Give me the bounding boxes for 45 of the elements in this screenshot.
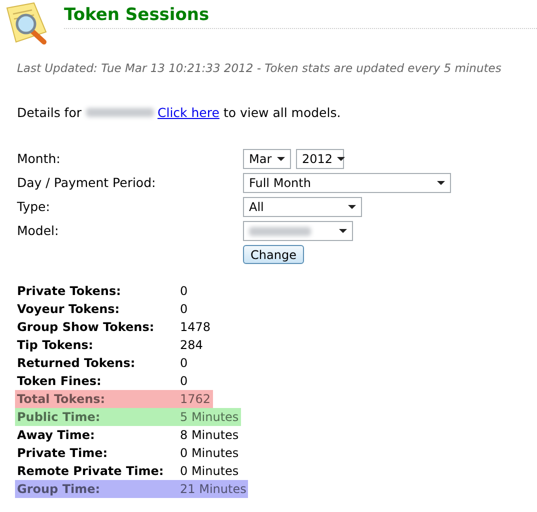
stat-label: Group Time: <box>17 481 102 498</box>
dropdown[interactable]: All <box>243 197 362 217</box>
last-updated-text: Last Updated: Tue Mar 13 10:21:33 2012 - Token stats are updated every 5 minutes <box>17 61 502 75</box>
stat-label: Tip Tokens: <box>17 337 94 354</box>
stat-label: Voyeur Tokens: <box>17 301 121 318</box>
stat-label: Away Time: <box>17 427 96 444</box>
details-text: to view all models. <box>223 105 341 120</box>
stat-label: Token Fines: <box>17 373 102 390</box>
stat-value: 0 Minutes <box>180 445 239 462</box>
stat-label: Remote Private Time: <box>17 463 165 480</box>
field-label: Model: <box>17 222 60 240</box>
dropdown[interactable]: Full Month <box>243 173 451 193</box>
stat-value: 1762 <box>180 391 211 408</box>
field-label: Type: <box>17 198 51 216</box>
caret-icon <box>348 205 356 209</box>
stat-label: Private Time: <box>17 445 109 462</box>
page-title: Token Sessions <box>64 5 210 25</box>
stat-label: Public Time: <box>17 409 102 426</box>
field-label: Month: <box>17 150 62 168</box>
stat-value: 284 <box>180 337 203 354</box>
stat-value: 0 Minutes <box>180 463 239 480</box>
stat-label: Private Tokens: <box>17 283 122 300</box>
stat-value: 8 Minutes <box>180 427 239 444</box>
stat-value: 0 <box>180 301 188 318</box>
details-label: Details for <box>17 105 82 120</box>
dropdown[interactable]: 2012 <box>296 149 344 169</box>
caret-icon <box>336 157 345 161</box>
view-models-link[interactable]: Click here <box>158 105 220 120</box>
caret-icon <box>339 229 347 233</box>
caret-icon <box>437 181 445 185</box>
blurred-name <box>86 108 154 117</box>
change-button[interactable]: Change <box>243 245 304 264</box>
caret-icon <box>277 157 285 161</box>
stat-value: 1478 <box>180 319 211 336</box>
stat-label: Total Tokens: <box>17 391 106 408</box>
dropdown[interactable]: Mar <box>243 149 291 169</box>
stat-value: 5 Minutes <box>180 409 239 426</box>
dropdown[interactable] <box>243 221 353 241</box>
field-label: Day / Payment Period: <box>17 174 157 192</box>
stat-value: 0 <box>180 373 188 390</box>
stat-label: Group Show Tokens: <box>17 319 156 336</box>
stat-value: 0 <box>180 283 188 300</box>
stat-value: 21 Minutes <box>180 481 246 498</box>
stat-label: Returned Tokens: <box>17 355 136 372</box>
stat-value: 0 <box>180 355 188 372</box>
